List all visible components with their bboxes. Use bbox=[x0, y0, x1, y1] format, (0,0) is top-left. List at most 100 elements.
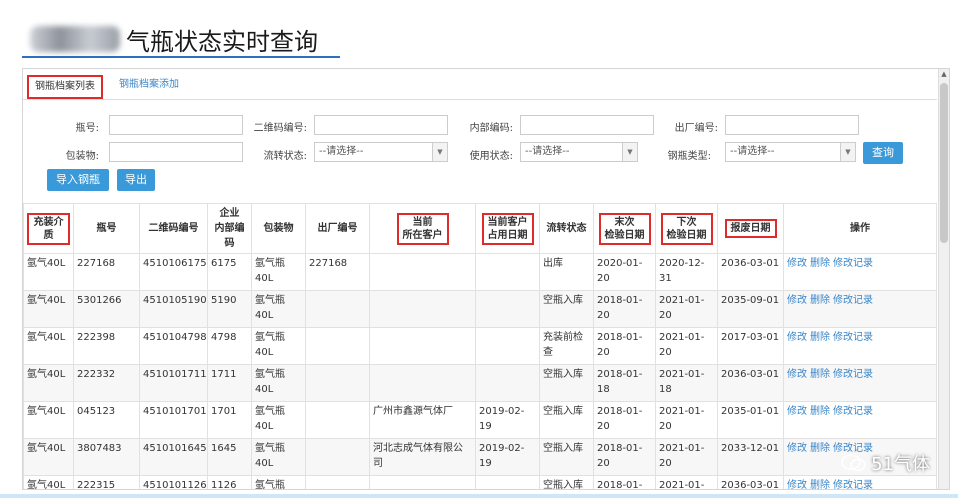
table-cell bbox=[305, 401, 370, 439]
table-cell: 4510101645 bbox=[139, 438, 208, 476]
table-cell: 227168 bbox=[73, 253, 140, 291]
import-bottles-button[interactable]: 导入钢瓶 bbox=[47, 169, 109, 191]
tab-bottle-add[interactable]: 钢瓶档案添加 bbox=[113, 75, 185, 95]
edit-log-link[interactable]: 修改记录 bbox=[833, 295, 873, 306]
bottom-accent-line bbox=[0, 494, 958, 498]
table-cell: 2018-01-18 bbox=[593, 364, 656, 402]
edit-link[interactable]: 修改 bbox=[787, 258, 807, 269]
table-cell bbox=[369, 290, 476, 328]
table-cell: 045123 bbox=[73, 401, 140, 439]
query-button[interactable]: 查询 bbox=[863, 142, 903, 164]
edit-link[interactable]: 修改 bbox=[787, 369, 807, 380]
vertical-scrollbar[interactable]: ▲ bbox=[938, 69, 949, 489]
flow-status-select[interactable]: --请选择-- ▼ bbox=[314, 142, 448, 162]
watermark-text: 51气体 bbox=[871, 454, 930, 475]
table-row: 氩气40L22231545101011261126氩气瓶40L 空瓶入库2018-… bbox=[23, 475, 937, 489]
wechat-icon bbox=[841, 454, 866, 472]
table-cell bbox=[305, 438, 370, 476]
delete-link[interactable]: 删除 bbox=[810, 332, 830, 343]
table-cell: 2033-12-01 bbox=[717, 438, 784, 476]
bottle-no-input[interactable] bbox=[109, 115, 243, 135]
table-cell: 空瓶入库 bbox=[539, 475, 594, 489]
table-cell bbox=[475, 327, 540, 365]
delete-link[interactable]: 删除 bbox=[810, 258, 830, 269]
table-cell: 2021-01-20 bbox=[655, 290, 718, 328]
table-row: 氩气40L 045123 4510101701 1701 氩气瓶40L 广州市鑫源气体厂 2… bbox=[23, 401, 937, 439]
label-bottle-no: 瓶号: bbox=[75, 123, 99, 134]
header-qr-no: 二维码编号 bbox=[139, 203, 208, 254]
export-button[interactable]: 导出 bbox=[117, 169, 155, 191]
table-cell: 2036-03-01 bbox=[717, 364, 784, 402]
edit-link[interactable]: 修改 bbox=[787, 406, 807, 417]
edit-link[interactable]: 修改 bbox=[787, 443, 807, 454]
qr-no-input[interactable] bbox=[314, 115, 448, 135]
row-actions: 修改 删除 修改记录 bbox=[783, 401, 937, 439]
edit-log-link[interactable]: 修改记录 bbox=[833, 480, 873, 489]
table-cell: 2036-03-01 bbox=[717, 475, 784, 489]
tab-bar: 钢瓶档案列表 钢瓶档案添加 bbox=[23, 69, 937, 100]
table-cell: 4510101126 bbox=[139, 475, 208, 489]
table-cell: 2021-01-20 bbox=[655, 401, 718, 439]
edit-log-link[interactable]: 修改记录 bbox=[833, 369, 873, 380]
use-status-select[interactable]: --请选择-- ▼ bbox=[520, 142, 638, 162]
table-cell: 2018-01-20 bbox=[593, 327, 656, 365]
delete-link[interactable]: 删除 bbox=[810, 369, 830, 380]
table-cell bbox=[369, 327, 476, 365]
header-medium: 充装介质 bbox=[23, 203, 74, 254]
slide-title: 气瓶状态实时查询 bbox=[30, 22, 318, 56]
factory-no-input[interactable] bbox=[725, 115, 859, 135]
edit-log-link[interactable]: 修改记录 bbox=[833, 406, 873, 417]
table-cell: 空瓶入库 bbox=[539, 290, 594, 328]
table-cell: 广州市鑫源气体厂 bbox=[369, 401, 476, 439]
label-bottle-type: 钢瓶类型: bbox=[667, 151, 711, 162]
table-cell: 出库 bbox=[539, 253, 594, 291]
delete-link[interactable]: 删除 bbox=[810, 443, 830, 454]
scroll-thumb[interactable] bbox=[940, 83, 948, 243]
table-body: 氩气40L 227168 4510106175 6175 氩气瓶40L 227168 出库 2… bbox=[23, 253, 937, 489]
header-bottle-no: 瓶号 bbox=[73, 203, 140, 254]
table-cell: 1645 bbox=[207, 438, 252, 476]
table-row: 氩气40L 222332 4510101711 1711 氩气瓶40L 空瓶入库 2018-… bbox=[23, 364, 937, 402]
header-actions: 操作 bbox=[783, 203, 937, 254]
delete-link[interactable]: 删除 bbox=[810, 295, 830, 306]
table-cell: 河北志成气体有限公司 bbox=[369, 438, 476, 476]
table-cell: 6175 bbox=[207, 253, 252, 291]
edit-link[interactable]: 修改 bbox=[787, 480, 807, 489]
watermark: 51气体 bbox=[841, 450, 930, 476]
edit-log-link[interactable]: 修改记录 bbox=[833, 258, 873, 269]
row-actions: 修改 删除 修改记录 bbox=[783, 364, 937, 402]
table-cell: 充装前检查 bbox=[539, 327, 594, 365]
label-use-status: 使用状态: bbox=[469, 151, 513, 162]
table-row: 氩气40L 3807483 4510101645 1645 氩气瓶40L 河北志成气体有限… bbox=[23, 438, 937, 476]
table-cell: 氩气40L bbox=[23, 364, 74, 402]
blurred-logo bbox=[30, 26, 120, 52]
table-cell: 227168 bbox=[305, 253, 370, 291]
tab-bottle-list[interactable]: 钢瓶档案列表 bbox=[27, 75, 103, 99]
table-cell: 2018-01-20 bbox=[593, 475, 656, 489]
table-cell: 4798 bbox=[207, 327, 252, 365]
delete-link[interactable]: 删除 bbox=[810, 406, 830, 417]
edit-log-link[interactable]: 修改记录 bbox=[833, 332, 873, 343]
table-cell: 2021-01-18 bbox=[655, 364, 718, 402]
table-cell: 氩气40L bbox=[23, 327, 74, 365]
table-cell bbox=[475, 253, 540, 291]
table-cell: 5190 bbox=[207, 290, 252, 328]
table-cell: 空瓶入库 bbox=[539, 438, 594, 476]
edit-link[interactable]: 修改 bbox=[787, 332, 807, 343]
header-current-customer: 当前 所在客户 bbox=[369, 203, 476, 254]
table-cell bbox=[369, 253, 476, 291]
table-header-row: 充装介质 瓶号 二维码编号 企业 内部编码 包装物 出厂编号 当前 所在客户 当前客… bbox=[23, 203, 937, 254]
table-cell: 2018-01-20 bbox=[593, 290, 656, 328]
label-package: 包装物: bbox=[65, 151, 99, 162]
edit-link[interactable]: 修改 bbox=[787, 295, 807, 306]
header-package: 包装物 bbox=[251, 203, 306, 254]
table-cell: 空瓶入库 bbox=[539, 364, 594, 402]
table-cell: 氩气40L bbox=[23, 401, 74, 439]
package-input[interactable] bbox=[109, 142, 243, 162]
delete-link[interactable]: 删除 bbox=[810, 480, 830, 489]
internal-no-input[interactable] bbox=[520, 115, 654, 135]
bottle-type-select[interactable]: --请选择-- ▼ bbox=[725, 142, 856, 162]
table-cell: 氩气40L bbox=[23, 438, 74, 476]
table-cell: 3807483 bbox=[73, 438, 140, 476]
scroll-up-icon[interactable]: ▲ bbox=[939, 69, 949, 79]
